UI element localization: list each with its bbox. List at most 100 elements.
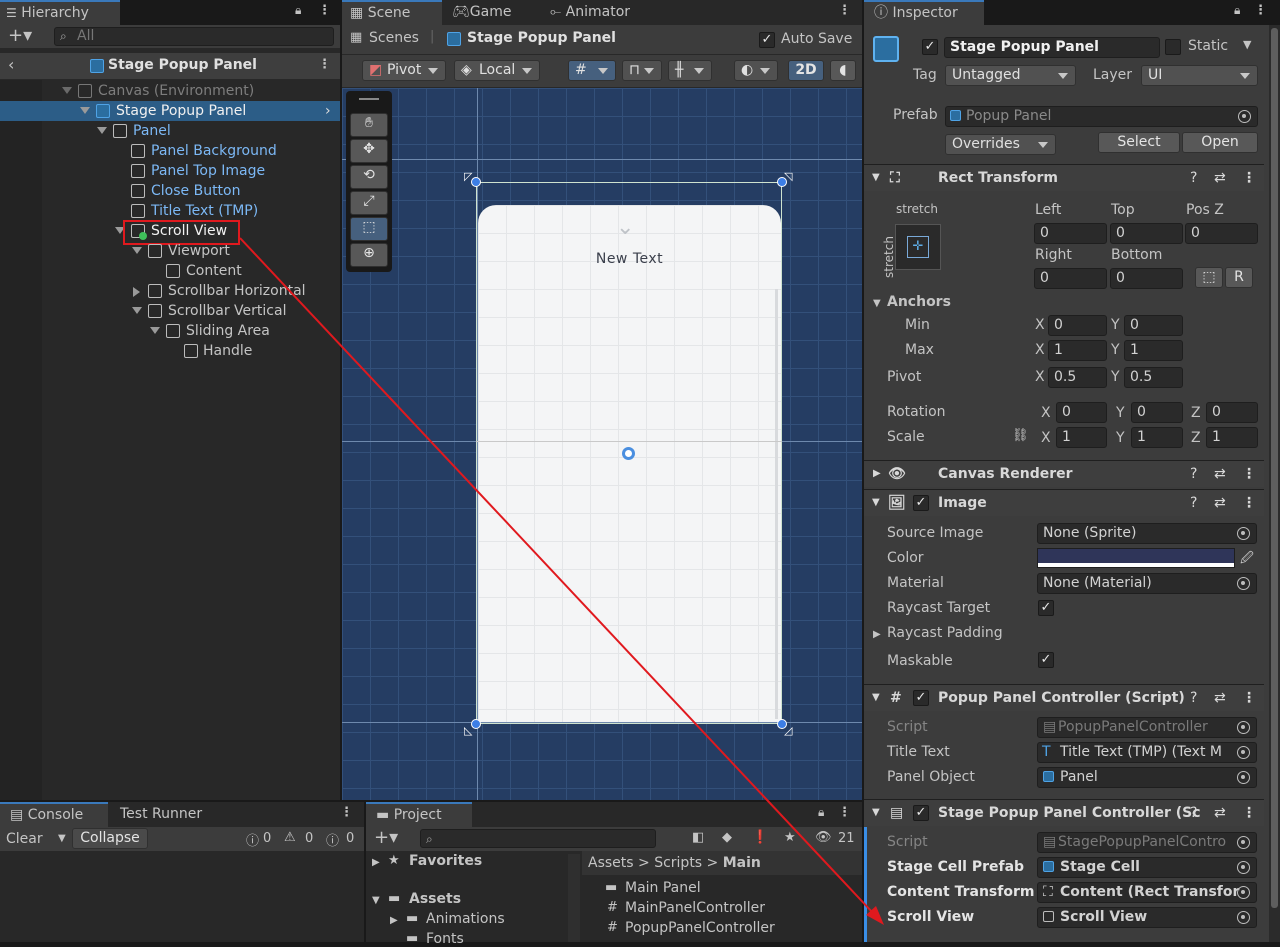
- hierarchy-menu-icon[interactable]: ⋮: [318, 4, 331, 20]
- local-dropdown[interactable]: ◈ Local: [454, 60, 540, 81]
- bottom-field[interactable]: 0: [1110, 268, 1183, 289]
- anchor-max-x[interactable]: 1: [1048, 340, 1107, 361]
- rotate-tool-icon[interactable]: ⟲: [350, 165, 388, 189]
- tree-item-canvas[interactable]: Canvas (Environment): [0, 81, 340, 101]
- scale-x[interactable]: 1: [1056, 427, 1107, 448]
- pivot-y[interactable]: 0.5: [1124, 367, 1183, 388]
- pivot-x[interactable]: 0.5: [1048, 367, 1107, 388]
- presets-icon[interactable]: ⇄: [1214, 165, 1226, 191]
- star-icon[interactable]: ★: [784, 830, 796, 845]
- content-transform-field[interactable]: ⛶ Content (Rect Transfor: [1037, 882, 1257, 903]
- anchor-min-y[interactable]: 0: [1124, 315, 1183, 336]
- component-menu-icon[interactable]: ⋮: [1242, 165, 1256, 191]
- draw-mode-dropdown[interactable]: ◐: [734, 60, 778, 81]
- pivot-handle[interactable]: [622, 447, 635, 460]
- tree-item-content[interactable]: Content: [0, 261, 340, 281]
- title-text-field[interactable]: T Title Text (TMP) (Text M: [1037, 742, 1257, 763]
- fonts-item[interactable]: Fonts: [426, 931, 464, 947]
- chevron-right-icon[interactable]: ›: [325, 101, 331, 121]
- anchor-tr-icon[interactable]: ◹: [784, 170, 792, 183]
- snap-dropdown[interactable]: ⊓: [622, 60, 662, 81]
- info-count-icon[interactable]: ⓘ: [246, 830, 259, 849]
- scene-lighting-button[interactable]: ◖: [830, 60, 856, 81]
- clear-options-icon[interactable]: ▼: [58, 833, 66, 844]
- tree-item-panel-background[interactable]: Panel Background: [0, 141, 340, 161]
- file-item[interactable]: MainPanelController: [625, 900, 765, 916]
- tree-item-scrollbar-vertical[interactable]: Scrollbar Vertical: [0, 301, 340, 321]
- tree-item-panel-top-image[interactable]: Panel Top Image: [0, 161, 340, 181]
- inspector-menu-icon[interactable]: ⋮: [1254, 4, 1267, 20]
- tree-item-title-text[interactable]: Title Text (TMP): [0, 201, 340, 221]
- help-icon[interactable]: ?: [1190, 165, 1197, 191]
- search-by-type-icon[interactable]: ◧: [692, 830, 704, 845]
- visibility-icon[interactable]: 👁︎: [815, 830, 832, 845]
- pivot-dropdown[interactable]: ◩ Pivot: [362, 60, 446, 81]
- rotation-y[interactable]: 0: [1131, 402, 1183, 423]
- static-dropdown-icon[interactable]: ▼: [1243, 38, 1251, 51]
- transform-tool-icon[interactable]: ⊕: [350, 243, 388, 267]
- project-add-icon[interactable]: +▾: [374, 827, 398, 848]
- open-button[interactable]: Open: [1182, 132, 1258, 153]
- image-header[interactable]: ▼ 🖼︎ ✓ Image ? ⇄ ⋮: [864, 489, 1264, 516]
- canvas-renderer-header[interactable]: ▶ 👁︎ Canvas Renderer ? ⇄ ⋮: [864, 460, 1264, 487]
- inspector-scrollbar-thumb[interactable]: [1271, 28, 1278, 908]
- anchor-min-x[interactable]: 0: [1048, 315, 1107, 336]
- auto-save-checkbox[interactable]: ✓: [759, 32, 775, 48]
- tab-console[interactable]: ▤ Console: [0, 802, 108, 827]
- image-enabled-checkbox[interactable]: ✓: [913, 495, 929, 511]
- layer-dropdown[interactable]: UI: [1141, 65, 1258, 86]
- tab-hierarchy[interactable]: ☰ Hierarchy: [0, 0, 120, 25]
- search-input[interactable]: ⌕ All: [54, 27, 334, 46]
- rotation-z[interactable]: 0: [1206, 402, 1258, 423]
- add-icon[interactable]: +▾: [8, 25, 32, 47]
- tab-test-runner[interactable]: Test Runner: [114, 802, 202, 827]
- scroll-view-field[interactable]: Scroll View: [1037, 907, 1257, 928]
- popup-controller-header[interactable]: ▼ # ✓ Popup Panel Controller (Script) ? ⇄…: [864, 684, 1264, 711]
- tab-game[interactable]: 🎮︎Game: [446, 0, 511, 25]
- rect-tool-icon[interactable]: ⬚: [350, 217, 388, 241]
- tab-animator[interactable]: ⟜ Animator: [544, 0, 630, 25]
- breadcrumb-current[interactable]: Stage Popup Panel: [467, 30, 616, 46]
- animations-item[interactable]: Animations: [426, 911, 505, 927]
- error-icon[interactable]: ⓘ: [326, 830, 339, 849]
- top-field[interactable]: 0: [1110, 223, 1183, 244]
- collapse-button[interactable]: Collapse: [72, 828, 148, 849]
- corner-handle-bl[interactable]: [471, 719, 481, 729]
- project-search-input[interactable]: ⌕: [420, 829, 656, 848]
- project-breadcrumb[interactable]: Assets > Scripts > Main: [588, 855, 761, 871]
- blueprint-mode-button[interactable]: ⬚: [1195, 267, 1223, 288]
- rect-transform-header[interactable]: ▼ ⛶ Rect Transform ? ⇄ ⋮: [864, 164, 1264, 191]
- tree-item-viewport[interactable]: Viewport: [0, 241, 340, 261]
- color-field[interactable]: [1037, 548, 1235, 568]
- constrain-proportions-icon[interactable]: ⛓: [1012, 428, 1029, 443]
- raw-edit-button[interactable]: R: [1225, 267, 1253, 288]
- scale-z[interactable]: 1: [1206, 427, 1258, 448]
- maskable-checkbox[interactable]: ✓: [1038, 652, 1054, 668]
- tree-item-scrollbar-horizontal[interactable]: Scrollbar Horizontal: [0, 281, 340, 301]
- stage-controller-enabled-checkbox[interactable]: ✓: [913, 805, 929, 821]
- project-menu-icon[interactable]: ⋮: [838, 806, 851, 822]
- breadcrumb-scenes[interactable]: Scenes: [369, 30, 419, 46]
- corner-handle-tl[interactable]: [471, 177, 481, 187]
- move-tool-icon[interactable]: ✥: [350, 139, 388, 163]
- panel-object-field[interactable]: Panel: [1037, 767, 1257, 788]
- tree-item-sliding-area[interactable]: Sliding Area: [0, 321, 340, 341]
- tab-project[interactable]: ▬ Project: [366, 802, 472, 827]
- eyedropper-icon[interactable]: 🖉: [1240, 549, 1254, 571]
- project-lock-icon[interactable]: 🔒︎: [818, 805, 824, 820]
- scale-y[interactable]: 1: [1131, 427, 1183, 448]
- alert-icon[interactable]: ❗: [752, 830, 768, 845]
- warning-icon[interactable]: ⚠: [284, 830, 296, 845]
- grid-snap-dropdown[interactable]: #: [568, 60, 616, 81]
- source-image-field[interactable]: None (Sprite): [1037, 523, 1257, 544]
- posz-field[interactable]: 0: [1185, 223, 1258, 244]
- assets-item[interactable]: Assets: [409, 891, 461, 907]
- anchor-tl-icon[interactable]: ◸: [464, 170, 472, 183]
- anchor-max-y[interactable]: 1: [1124, 340, 1183, 361]
- increment-dropdown[interactable]: ╫: [668, 60, 712, 81]
- file-item[interactable]: PopupPanelController: [625, 920, 775, 936]
- 2d-toggle[interactable]: 2D: [788, 60, 824, 81]
- anchor-presets-button[interactable]: ✛: [895, 224, 941, 270]
- scene-view-menu-icon[interactable]: ⋮: [838, 4, 851, 20]
- console-menu-icon[interactable]: ⋮: [340, 806, 353, 822]
